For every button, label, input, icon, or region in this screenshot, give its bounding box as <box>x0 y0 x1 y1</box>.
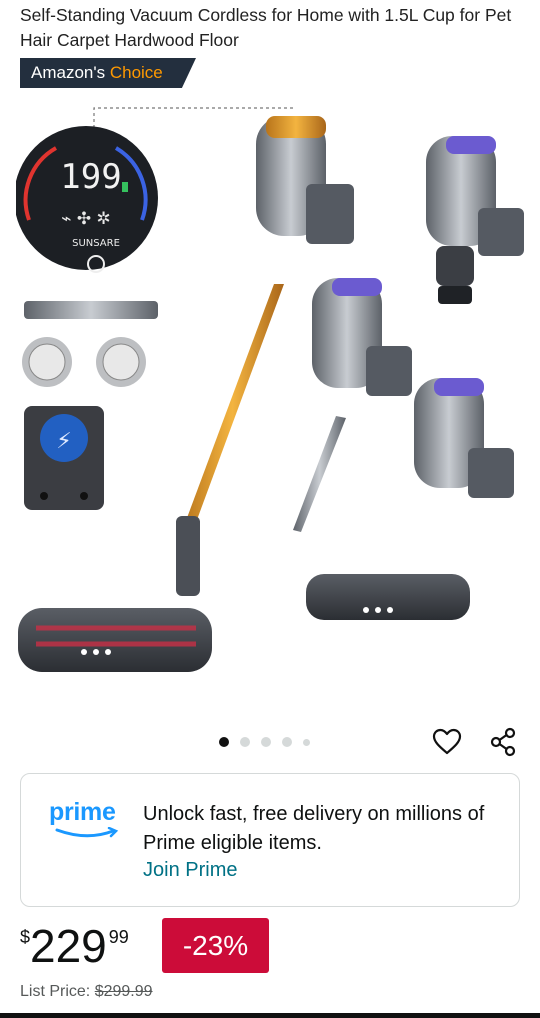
badge-prefix: Amazon's <box>31 63 106 82</box>
vacuum-brush-attachment <box>426 136 524 304</box>
product-image[interactable]: 199 ⌁ ✣ ✲ SUNSARE ⚡ <box>16 96 526 696</box>
svg-text:⚡: ⚡ <box>56 429 71 454</box>
price-currency: $ <box>20 927 31 947</box>
svg-text:⌁ ✣ ✲: ⌁ ✣ ✲ <box>61 209 111 229</box>
carousel-dot-5[interactable] <box>303 738 310 746</box>
join-prime-link[interactable]: Join Prime <box>143 856 237 884</box>
prime-logo-text: prime <box>49 798 116 826</box>
display-reading: 199 <box>60 157 121 197</box>
product-title: Self-Standing Vacuum Cordless for Home w… <box>20 5 512 50</box>
prime-logo: prime <box>49 798 129 842</box>
prime-smile-icon <box>55 826 119 838</box>
bottom-bar <box>0 1013 540 1018</box>
prime-promo-card[interactable]: prime Unlock fast, free delivery on mill… <box>20 773 520 907</box>
charging-dock: ⚡ <box>24 406 104 510</box>
list-price-label: List Price: <box>20 983 91 1000</box>
carousel-dot-2[interactable] <box>240 737 250 747</box>
vacuum-crevice-attachment <box>293 278 412 532</box>
brand-label: SUNSARE <box>72 238 120 249</box>
vacuum-floor-head <box>306 378 514 620</box>
digital-display-panel: 199 ⌁ ✣ ✲ SUNSARE <box>16 126 158 273</box>
filters <box>22 337 146 387</box>
price-fraction: 99 <box>108 927 129 947</box>
image-carousel-dots[interactable] <box>219 737 310 747</box>
discount-badge: -23% <box>162 918 269 973</box>
list-price-value: $299.99 <box>94 983 153 1000</box>
badge-highlight: Choice <box>109 63 163 82</box>
heart-icon[interactable] <box>432 728 462 756</box>
price-whole: 229 <box>30 920 107 972</box>
list-price: List Price: $299.99 <box>20 983 153 1001</box>
share-icon[interactable] <box>488 727 518 757</box>
carousel-dot-1[interactable] <box>219 737 229 747</box>
carousel-dot-4[interactable] <box>282 737 292 747</box>
price: $ 229 99 <box>20 920 129 976</box>
amazons-choice-badge: Amazon's Choice <box>20 58 196 88</box>
prime-message: Unlock fast, free delivery on millions o… <box>143 803 485 854</box>
carousel-dot-3[interactable] <box>261 737 271 747</box>
crevice-tool <box>24 301 158 319</box>
